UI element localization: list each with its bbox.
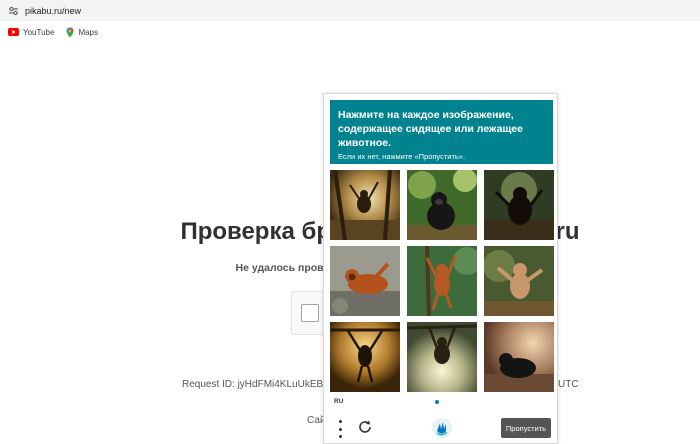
challenge-prompt: Нажмите на каждое изображение, содержаще…	[338, 109, 523, 149]
skip-button[interactable]: Пропустить	[501, 418, 551, 438]
orangutan-image	[407, 246, 477, 316]
orangutan-image	[484, 246, 554, 316]
refresh-icon[interactable]	[357, 419, 373, 440]
bookmark-label: YouTube	[23, 27, 55, 37]
bookmarks-bar: YouTube Maps	[0, 21, 700, 43]
bookmark-maps[interactable]: Maps	[66, 27, 98, 38]
bookmark-youtube[interactable]: YouTube	[8, 28, 54, 37]
bookmark-label: Maps	[78, 27, 98, 37]
request-time-suffix: UTC	[558, 379, 579, 390]
image-tile[interactable]	[484, 246, 554, 316]
image-tile[interactable]	[407, 246, 477, 316]
gorilla-image	[484, 322, 554, 392]
captcha-logo-icon[interactable]	[431, 417, 453, 444]
captcha-footer: Пропустить	[324, 414, 559, 444]
captcha-challenge: Нажмите на каждое изображение, содержаще…	[323, 93, 558, 444]
language-selector[interactable]: RU	[334, 398, 343, 405]
more-options-icon[interactable]	[337, 420, 343, 438]
site-settings-icon[interactable]	[6, 4, 20, 18]
maps-icon	[66, 27, 74, 38]
gibbon-image	[330, 322, 400, 392]
orangutan-image	[330, 246, 400, 316]
request-id: Request ID: jyHdFMi4KLuUkEBb	[182, 379, 329, 390]
image-tile[interactable]	[330, 246, 400, 316]
gorilla-image	[407, 170, 477, 240]
image-tile[interactable]	[330, 170, 400, 240]
challenge-header: Нажмите на каждое изображение, содержаще…	[330, 100, 553, 164]
page-indicator-dot	[435, 400, 439, 404]
image-tile[interactable]	[484, 170, 554, 240]
challenge-hint: Если их нет, нажмите «Пропустить».	[338, 152, 466, 161]
youtube-icon	[8, 28, 19, 36]
monkey-image	[330, 170, 400, 240]
image-tile[interactable]	[484, 322, 554, 392]
url-text[interactable]: pikabu.ru/new	[25, 6, 81, 16]
image-tile[interactable]	[407, 170, 477, 240]
address-bar[interactable]: pikabu.ru/new	[0, 0, 700, 21]
ape-image	[407, 322, 477, 392]
image-tile[interactable]	[407, 322, 477, 392]
ape-image	[484, 170, 554, 240]
captcha-checkbox[interactable]	[301, 304, 319, 322]
image-tile[interactable]	[330, 322, 400, 392]
